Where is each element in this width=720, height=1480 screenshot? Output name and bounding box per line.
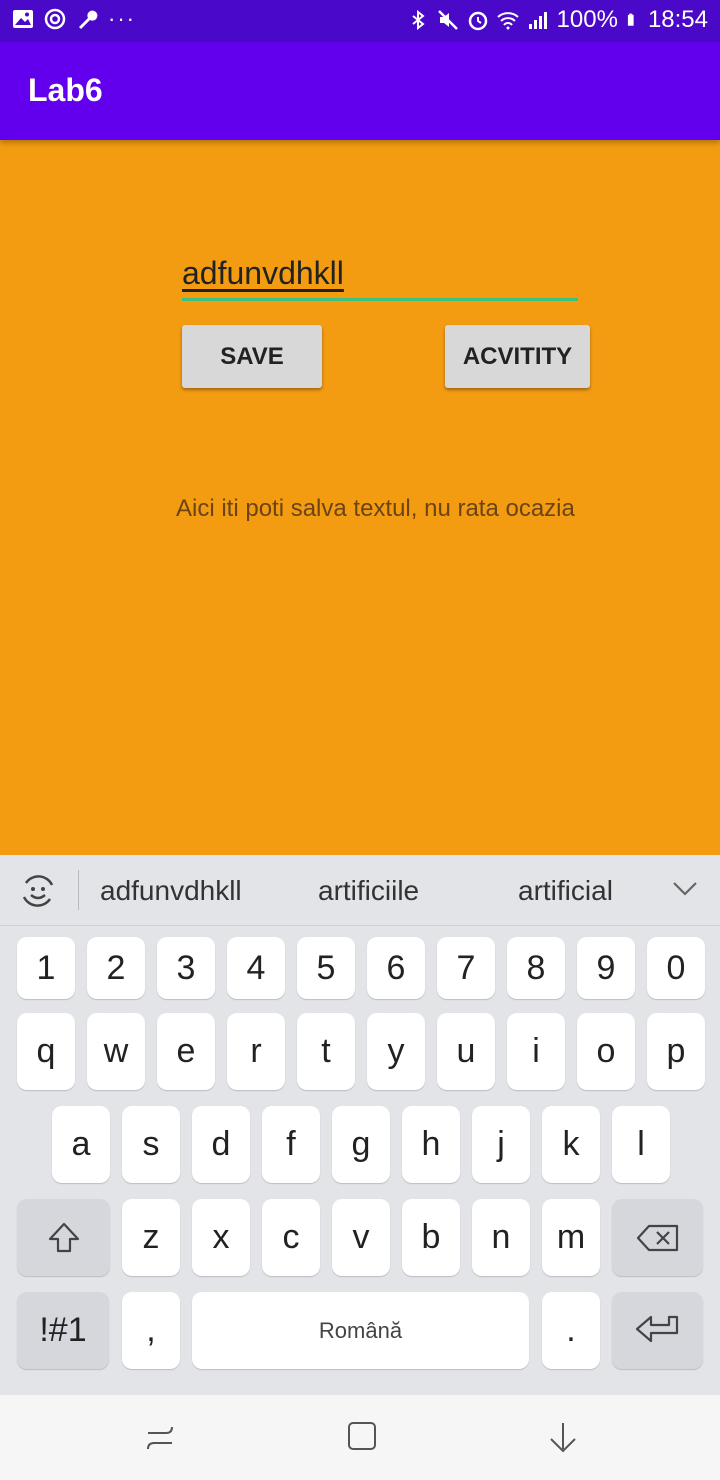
mute-icon xyxy=(437,10,458,30)
key-d[interactable]: d xyxy=(192,1106,250,1183)
info-text: Aici iti poti salva textul, nu rata ocaz… xyxy=(176,495,575,522)
gallery-icon xyxy=(13,10,33,28)
key-n[interactable]: n xyxy=(472,1199,530,1276)
key-c[interactable]: c xyxy=(262,1199,320,1276)
key-0[interactable]: 0 xyxy=(647,937,705,999)
backspace-key[interactable] xyxy=(612,1199,703,1276)
key-o[interactable]: o xyxy=(577,1013,635,1090)
key-6[interactable]: 6 xyxy=(367,937,425,999)
recents-button[interactable] xyxy=(140,1417,180,1457)
key-y[interactable]: y xyxy=(367,1013,425,1090)
text-input[interactable] xyxy=(182,248,578,301)
key-4[interactable]: 4 xyxy=(227,937,285,999)
key-r[interactable]: r xyxy=(227,1013,285,1090)
suggestion-2[interactable]: artificiile xyxy=(318,875,419,907)
suggestion-1[interactable]: adfunvdhkll xyxy=(100,875,242,907)
key-x[interactable]: x xyxy=(192,1199,250,1276)
key-u[interactable]: u xyxy=(437,1013,495,1090)
app-title: Lab6 xyxy=(28,72,103,108)
key-5[interactable]: 5 xyxy=(297,937,355,999)
signal-icon xyxy=(528,12,547,29)
key-q[interactable]: q xyxy=(17,1013,75,1090)
suggestion-divider xyxy=(78,870,79,910)
sync-icon xyxy=(44,8,66,30)
back-icon xyxy=(550,1423,576,1453)
activity-button[interactable]: ACVITITY xyxy=(445,325,590,388)
key-m[interactable]: m xyxy=(542,1199,600,1276)
wrench-icon xyxy=(79,10,98,29)
key-p[interactable]: p xyxy=(647,1013,705,1090)
wifi-icon xyxy=(496,12,519,30)
key-7[interactable]: 7 xyxy=(437,937,495,999)
home-button[interactable] xyxy=(341,1417,381,1457)
back-button[interactable] xyxy=(543,1417,583,1457)
key-t[interactable]: t xyxy=(297,1013,355,1090)
key-a[interactable]: a xyxy=(52,1106,110,1183)
key-j[interactable]: j xyxy=(472,1106,530,1183)
symbols-key[interactable]: !#1 xyxy=(17,1292,109,1369)
key-s[interactable]: s xyxy=(122,1106,180,1183)
key-b[interactable]: b xyxy=(402,1199,460,1276)
battery-percent: 100% xyxy=(556,6,618,33)
key-f[interactable]: f xyxy=(262,1106,320,1183)
battery-icon xyxy=(627,13,634,26)
backspace-icon xyxy=(636,1224,678,1251)
app-bar: Lab6 xyxy=(0,42,720,140)
period-key[interactable]: . xyxy=(542,1292,600,1369)
bluetooth-icon xyxy=(411,9,425,31)
save-button[interactable]: SAVE xyxy=(182,325,322,388)
key-l[interactable]: l xyxy=(612,1106,670,1183)
key-1[interactable]: 1 xyxy=(17,937,75,999)
suggestion-bar: adfunvdhkll artificiile artificial xyxy=(0,855,720,926)
space-key[interactable]: Română xyxy=(192,1292,529,1369)
key-k[interactable]: k xyxy=(542,1106,600,1183)
key-v[interactable]: v xyxy=(332,1199,390,1276)
key-w[interactable]: w xyxy=(87,1013,145,1090)
shift-icon xyxy=(48,1222,79,1252)
clock: 18:54 xyxy=(647,6,708,33)
key-9[interactable]: 9 xyxy=(577,937,635,999)
navigation-bar xyxy=(0,1395,720,1480)
enter-key[interactable] xyxy=(612,1292,703,1369)
key-3[interactable]: 3 xyxy=(157,937,215,999)
emoji-sync-icon[interactable] xyxy=(18,871,58,911)
alarm-icon xyxy=(468,11,487,31)
key-h[interactable]: h xyxy=(402,1106,460,1183)
comma-key[interactable]: , xyxy=(122,1292,180,1369)
more-dots-icon: ··· xyxy=(108,6,136,31)
suggestion-3[interactable]: artificial xyxy=(518,875,613,907)
keyboard: adfunvdhkll artificiile artificial 1 2 3… xyxy=(0,855,720,1395)
status-bar: ··· 100% 18:54 xyxy=(0,0,720,42)
key-z[interactable]: z xyxy=(122,1199,180,1276)
key-8[interactable]: 8 xyxy=(507,937,565,999)
enter-icon xyxy=(635,1315,678,1342)
key-e[interactable]: e xyxy=(157,1013,215,1090)
key-2[interactable]: 2 xyxy=(87,937,145,999)
key-i[interactable]: i xyxy=(507,1013,565,1090)
shift-key[interactable] xyxy=(17,1199,110,1276)
recents-icon xyxy=(147,1426,173,1450)
home-icon xyxy=(348,1422,376,1450)
key-g[interactable]: g xyxy=(332,1106,390,1183)
chevron-down-icon[interactable] xyxy=(672,879,698,899)
